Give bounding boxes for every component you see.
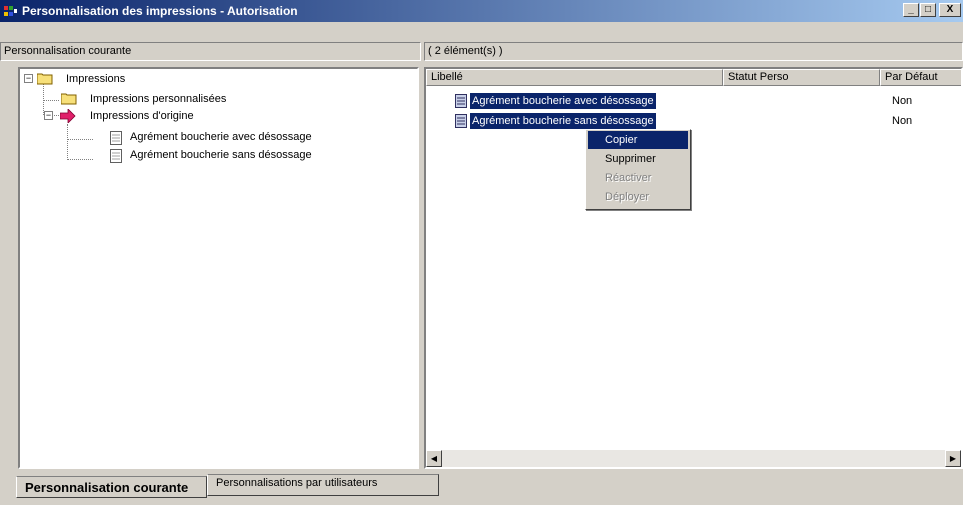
document-icon: [455, 94, 467, 108]
scroll-right-button[interactable]: ▶: [945, 450, 961, 467]
app-icon: [4, 6, 17, 16]
scroll-left-button[interactable]: ◀: [426, 450, 442, 467]
row-defaut: Non: [892, 115, 913, 127]
column-header-libelle[interactable]: Libellé: [426, 69, 723, 86]
tab-personnalisation-courante[interactable]: Personnalisation courante: [16, 476, 207, 498]
tree-item-leaf[interactable]: Agrément boucherie avec désossage: [130, 129, 312, 145]
folder-icon: [61, 93, 77, 105]
title-bar[interactable]: Personnalisation des impressions - Autor…: [0, 0, 963, 22]
window-title: Personnalisation des impressions - Autor…: [22, 4, 298, 18]
menu-item-reactiver: Réactiver: [605, 172, 652, 184]
tree-item-impressions-personnalisees[interactable]: Impressions personnalisées: [90, 91, 226, 107]
tree-connector: [67, 139, 93, 140]
row-libelle[interactable]: Agrément boucherie avec désossage: [470, 93, 656, 109]
arrow-icon: [60, 109, 76, 123]
column-header-statut[interactable]: Statut Perso: [723, 69, 880, 86]
context-menu[interactable]: Copier Supprimer Réactiver Déployer: [585, 129, 691, 210]
list-view[interactable]: Libellé Statut Perso Par Défaut Agrément…: [424, 67, 963, 469]
folder-icon: [37, 73, 53, 85]
row-libelle[interactable]: Agrément boucherie sans désossage: [470, 113, 656, 129]
document-icon: [110, 149, 122, 163]
tree-connector: [67, 159, 93, 160]
tree-view[interactable]: − Impressions Impressions personnalisées…: [18, 67, 419, 469]
menu-item-deployer: Déployer: [605, 191, 650, 203]
collapse-toggle[interactable]: −: [24, 74, 33, 83]
tab-personnalisations-utilisateurs[interactable]: Personnalisations par utilisateurs: [207, 474, 439, 496]
minimize-button[interactable]: _: [903, 3, 919, 17]
tree-connector: [67, 124, 68, 160]
tree-item-leaf[interactable]: Agrément boucherie sans désossage: [130, 147, 312, 163]
document-icon: [110, 131, 122, 145]
collapse-toggle[interactable]: −: [44, 111, 53, 120]
menu-item-copier[interactable]: Copier: [588, 131, 688, 149]
column-header-defaut[interactable]: Par Défaut: [880, 69, 961, 86]
tab-strip: Personnalisation courante Personnalisati…: [0, 472, 963, 505]
right-panel-header: ( 2 élément(s) ): [424, 42, 963, 61]
tree-item-impressions[interactable]: Impressions: [66, 71, 125, 87]
maximize-button[interactable]: □: [920, 3, 936, 17]
close-button[interactable]: X: [939, 3, 961, 17]
menu-item-supprimer[interactable]: Supprimer: [588, 150, 688, 168]
tree-connector: [43, 100, 59, 101]
horizontal-scrollbar[interactable]: ◀ ▶: [426, 450, 961, 467]
left-panel-header: Personnalisation courante: [0, 42, 421, 61]
row-defaut: Non: [892, 95, 913, 107]
tree-item-impressions-origine[interactable]: Impressions d'origine: [90, 108, 194, 124]
document-icon: [455, 114, 467, 128]
